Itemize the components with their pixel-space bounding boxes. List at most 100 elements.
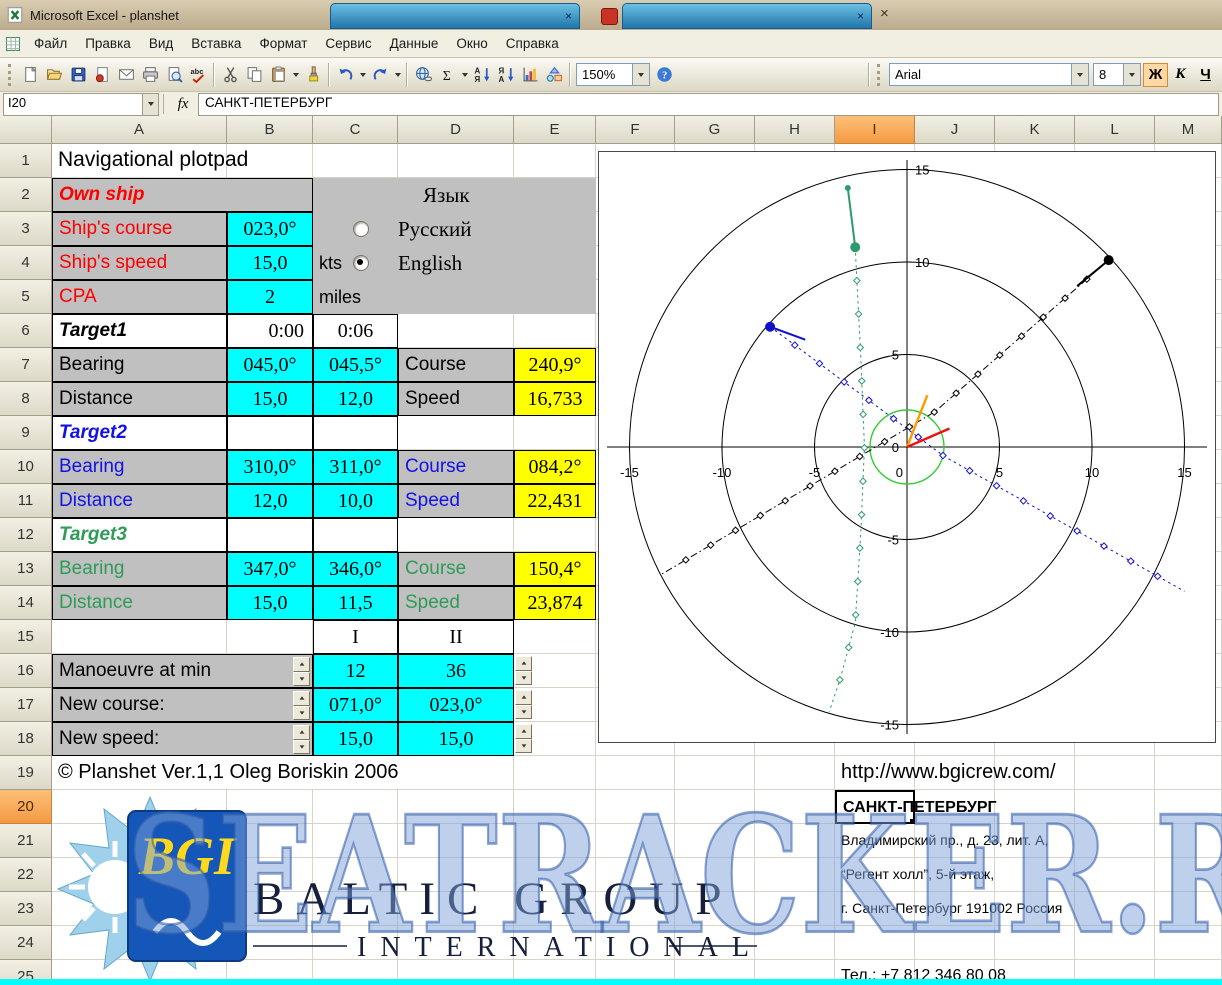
column-header-B[interactable]: B (227, 116, 313, 144)
cell-C10[interactable]: 311,0° (313, 450, 398, 484)
menu-item-9[interactable]: Справка (497, 32, 568, 55)
cell-B4[interactable]: 15,0 (227, 246, 313, 280)
cell-H21[interactable] (755, 824, 835, 858)
menu-item-6[interactable]: Сервис (316, 32, 380, 55)
copy-button[interactable] (242, 63, 266, 87)
menu-item-7[interactable]: Данные (381, 32, 448, 55)
toolbar-grip[interactable] (877, 64, 883, 86)
cell-E12[interactable] (514, 518, 596, 552)
cell-I20[interactable]: САНКТ-ПЕТЕРБУРГ (835, 790, 915, 824)
cell-B6[interactable]: 0:00 (227, 314, 313, 348)
cell-A16[interactable]: Manoeuvre at min (52, 654, 313, 688)
cell-B12[interactable] (227, 518, 313, 552)
redo-button[interactable] (368, 63, 392, 87)
column-header-I[interactable]: I (835, 116, 915, 144)
cell-A8[interactable]: Distance (52, 382, 227, 416)
permission-button[interactable] (90, 63, 114, 87)
cell-E14[interactable]: 23,874 (514, 586, 596, 620)
cell-C17[interactable]: 071,0° (313, 688, 398, 722)
autosum-dropdown[interactable] (459, 63, 470, 87)
cell-E6[interactable] (514, 314, 596, 348)
cell-E16[interactable] (514, 654, 596, 688)
zoom-combo[interactable]: 150% (576, 63, 650, 86)
row-header-21[interactable]: 21 (0, 824, 52, 858)
cell-D12[interactable] (398, 518, 514, 552)
cell-L24[interactable] (1075, 926, 1155, 960)
cell-I22[interactable]: “Регент холл”, 5-й этаж, (835, 858, 915, 892)
email-button[interactable] (114, 63, 138, 87)
cell-L23[interactable] (1075, 892, 1155, 926)
cell-M23[interactable] (1155, 892, 1222, 926)
cell-D6[interactable] (398, 314, 514, 348)
save-button[interactable] (66, 63, 90, 87)
help-button[interactable]: ? (652, 63, 676, 87)
row-header-7[interactable]: 7 (0, 348, 52, 382)
cell-C14[interactable]: 11,5 (313, 586, 398, 620)
cell-L22[interactable] (1075, 858, 1155, 892)
cell-A19[interactable]: © Planshet Ver.1,1 Oleg Boriskin 2006 (52, 756, 514, 790)
column-header-M[interactable]: M (1155, 116, 1222, 144)
radar-chart-object[interactable]: -15-10-5051015-15-10-5051015 (598, 151, 1216, 743)
cell-H19[interactable] (755, 756, 835, 790)
cell-A2[interactable]: Own ship (52, 178, 313, 212)
cell-A7[interactable]: Bearing (52, 348, 227, 382)
cell-H24[interactable] (755, 926, 835, 960)
spelling-button[interactable]: abc (186, 63, 210, 87)
cell-A5[interactable]: CPA (52, 280, 227, 314)
font-size-combo-dropdown-icon[interactable] (1123, 64, 1140, 85)
spinner-down-button[interactable] (515, 671, 532, 686)
underline-button[interactable]: Ч (1193, 63, 1218, 87)
row-header-12[interactable]: 12 (0, 518, 52, 552)
spinner-down-button[interactable] (515, 705, 532, 720)
cell-B11[interactable]: 12,0 (227, 484, 313, 518)
cell-C15[interactable]: I (313, 620, 398, 654)
menu-item-8[interactable]: Окно (447, 32, 496, 55)
row-header-8[interactable]: 8 (0, 382, 52, 416)
cell-E7[interactable]: 240,9° (514, 348, 596, 382)
cell-A13[interactable]: Bearing (52, 552, 227, 586)
sort-asc-button[interactable]: АЯ (470, 63, 494, 87)
cell-B5[interactable]: 2 (227, 280, 313, 314)
spinner-down-button[interactable] (293, 706, 310, 721)
row-header-2[interactable]: 2 (0, 178, 52, 212)
row-header-14[interactable]: 14 (0, 586, 52, 620)
menu-item-2[interactable]: Правка (76, 32, 140, 55)
undo-button[interactable] (333, 63, 357, 87)
cell-C1[interactable] (313, 144, 398, 178)
cell-E8[interactable]: 16,733 (514, 382, 596, 416)
cell-K22[interactable] (995, 858, 1075, 892)
row-header-11[interactable]: 11 (0, 484, 52, 518)
cell-C12[interactable] (313, 518, 398, 552)
row-header-20[interactable]: 20 (0, 790, 52, 824)
name-box[interactable]: I20 (3, 93, 143, 116)
cell-E15[interactable] (514, 620, 596, 654)
cell-B15[interactable] (227, 620, 313, 654)
cell-B8[interactable]: 15,0 (227, 382, 313, 416)
new-button[interactable] (18, 63, 42, 87)
cell-L19[interactable] (1075, 756, 1155, 790)
row-header-5[interactable]: 5 (0, 280, 52, 314)
font-size-combo[interactable]: 8 (1093, 63, 1141, 86)
cell-B13[interactable]: 347,0° (227, 552, 313, 586)
cell-E13[interactable]: 150,4° (514, 552, 596, 586)
format-painter-button[interactable] (301, 63, 325, 87)
cell-A18[interactable]: New speed: (52, 722, 313, 756)
cell-E19[interactable] (514, 756, 596, 790)
insert-function-button[interactable]: fx (168, 96, 198, 113)
cell-I19[interactable]: http://www.bgicrew.com/ (835, 756, 915, 790)
cell-A4[interactable]: Ship's speed (52, 246, 227, 280)
spinner-up-button[interactable] (515, 690, 532, 705)
hyperlink-button[interactable] (411, 63, 435, 87)
cell-E17[interactable] (514, 688, 596, 722)
cell-D17[interactable]: 023,0° (398, 688, 514, 722)
cell-E11[interactable]: 22,431 (514, 484, 596, 518)
chart-wizard-button[interactable] (518, 63, 542, 87)
spinner-down-button[interactable] (515, 739, 532, 754)
cell-K24[interactable] (995, 926, 1075, 960)
cell-L21[interactable] (1075, 824, 1155, 858)
spinner-down-button[interactable] (293, 672, 310, 687)
cell-J24[interactable] (915, 926, 995, 960)
cell-A1[interactable]: Navigational plotpad (52, 144, 227, 178)
cell-D1[interactable] (398, 144, 514, 178)
cell-D13[interactable]: Course (398, 552, 514, 586)
